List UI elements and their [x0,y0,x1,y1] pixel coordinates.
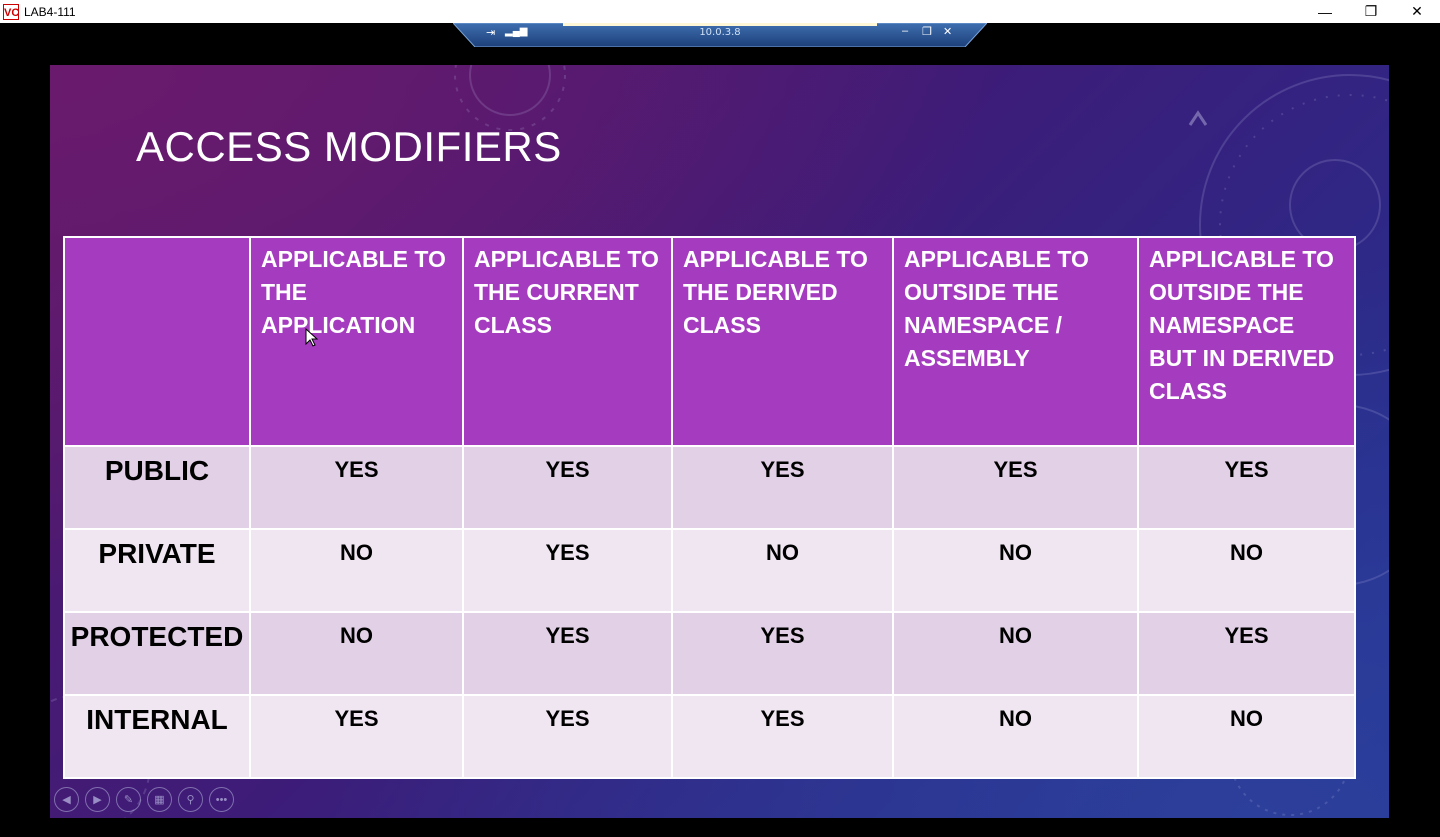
pen-tool-button[interactable]: ✎ [116,787,141,812]
see-all-slides-button[interactable]: ▦ [147,787,172,812]
table-cell: YES [671,611,894,696]
header-outside-namespace-derived: APPLICABLE TO OUTSIDE THE NAMESPACE BUT … [1137,236,1356,447]
table-row-public: PUBLIC YES YES YES YES YES [63,445,1356,530]
table-cell: NO [892,528,1139,613]
table-cell: NO [892,694,1139,779]
close-button[interactable]: ✕ [1394,0,1440,23]
next-slide-button[interactable]: ▶ [85,787,110,812]
presentation-slide: ACCESS MODIFIERS APPLICABLE TO THE APPLI… [50,65,1389,818]
table-cell: NO [1137,694,1356,779]
table-cell: NO [892,611,1139,696]
row-label: PRIVATE [63,528,251,613]
table-cell: NO [249,611,464,696]
header-outside-namespace: APPLICABLE TO OUTSIDE THE NAMESPACE / AS… [892,236,1139,447]
table-cell: NO [1137,528,1356,613]
table-cell: YES [462,694,673,779]
row-label: PROTECTED [63,611,251,696]
slide-title: ACCESS MODIFIERS [136,123,562,170]
table-row-private: PRIVATE NO YES NO NO NO [63,528,1356,613]
table-cell: NO [249,528,464,613]
header-application: APPLICABLE TO THE APPLICATION [249,236,464,447]
more-options-button[interactable]: ••• [209,787,234,812]
rdp-restore-icon[interactable]: ❐ [922,25,932,38]
table-cell: NO [671,528,894,613]
table-header-row: APPLICABLE TO THE APPLICATION APPLICABLE… [63,236,1356,447]
header-empty-cell [63,236,251,447]
table-cell: YES [249,694,464,779]
table-cell: YES [462,528,673,613]
window-titlebar: VC LAB4-111 — ❐ ✕ [0,0,1440,23]
access-modifiers-table: APPLICABLE TO THE APPLICATION APPLICABLE… [63,236,1356,779]
slideshow-controls: ◀ ▶ ✎ ▦ ⚲ ••• [54,787,234,812]
header-current-class: APPLICABLE TO THE CURRENT CLASS [462,236,673,447]
table-cell: YES [1137,445,1356,530]
restore-button[interactable]: ❐ [1348,0,1394,23]
table-cell: YES [671,445,894,530]
row-label: INTERNAL [63,694,251,779]
minimize-button[interactable]: — [1302,0,1348,23]
table-row-internal: INTERNAL YES YES YES NO NO [63,694,1356,779]
table-cell: YES [671,694,894,779]
app-icon: VC [3,3,19,20]
window-controls: — ❐ ✕ [1302,0,1440,23]
remote-connection-bar: ⇥ ▂▄▆ 10.0.3.8 – ❐ ✕ [453,23,987,47]
table-cell: YES [249,445,464,530]
table-cell: YES [892,445,1139,530]
connection-bar-highlight [563,23,877,26]
window-title: LAB4-111 [24,4,76,19]
table-row-protected: PROTECTED NO YES YES NO YES [63,611,1356,696]
table-cell: YES [462,445,673,530]
mouse-cursor-icon [305,328,319,347]
row-label: PUBLIC [63,445,251,530]
table-cell: YES [1137,611,1356,696]
previous-slide-button[interactable]: ◀ [54,787,79,812]
zoom-button[interactable]: ⚲ [178,787,203,812]
table-cell: YES [462,611,673,696]
rdp-minimize-icon[interactable]: – [902,25,908,37]
header-derived-class: APPLICABLE TO THE DERIVED CLASS [671,236,894,447]
rdp-close-icon[interactable]: ✕ [943,25,952,38]
